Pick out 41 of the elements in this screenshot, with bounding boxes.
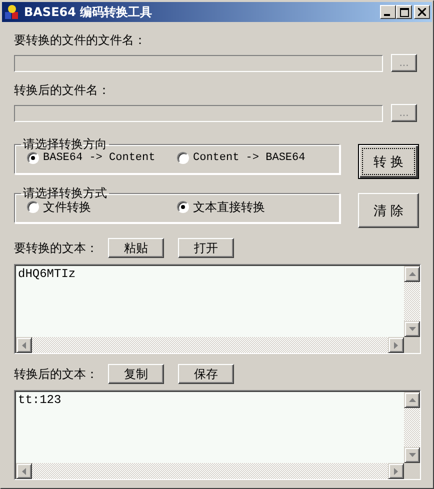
vertical-scrollbar[interactable] [404, 266, 420, 337]
horizontal-scrollbar[interactable] [16, 463, 404, 479]
action-button[interactable]: 转 换 [358, 144, 419, 179]
down-arrow-icon [408, 453, 416, 457]
radio-option[interactable]: Content -> BASE64 [177, 152, 327, 164]
text-area[interactable]: tt:123 [14, 390, 421, 480]
up-arrow-icon [408, 272, 416, 276]
radio-option[interactable]: 文本直接转换 [177, 198, 327, 216]
window-title: BASE64 编码转换工具 [24, 4, 154, 20]
radio-option[interactable]: BASE64 -> Content [27, 152, 177, 164]
radio-button[interactable] [27, 201, 39, 213]
maximize-icon [400, 8, 408, 16]
radio-button[interactable] [177, 152, 189, 164]
group-title: 请选择转换方式 [22, 187, 108, 199]
close-icon [418, 8, 426, 16]
text-area[interactable]: dHQ6MTIz [14, 264, 421, 354]
field-label: 转换后的文件名： [14, 82, 111, 98]
radio-button[interactable] [177, 201, 189, 213]
group-title: 请选择转换方向 [22, 138, 108, 150]
text-action-button[interactable]: 打开 [178, 238, 234, 258]
radio-option[interactable]: 文件转换 [27, 198, 177, 216]
text-action-button[interactable]: 粘贴 [108, 238, 164, 258]
text-label: 转换后的文本： [14, 366, 98, 382]
right-arrow-icon [394, 342, 398, 348]
radio-button[interactable] [27, 152, 39, 164]
text-action-button[interactable]: 复制 [108, 364, 164, 384]
down-arrow-icon [408, 327, 416, 331]
vertical-scrollbar[interactable] [404, 392, 420, 463]
maximize-button[interactable] [396, 5, 412, 19]
close-button[interactable] [414, 5, 430, 19]
horizontal-scrollbar[interactable] [16, 337, 404, 353]
text-label: 要转换的文本： [14, 240, 98, 256]
up-arrow-icon [408, 398, 416, 402]
left-arrow-icon [22, 468, 26, 474]
left-arrow-icon [22, 342, 26, 348]
minimize-button[interactable] [380, 5, 396, 19]
action-button[interactable]: 清 除 [358, 193, 419, 228]
field-label: 要转换的文件的文件名： [14, 32, 147, 48]
text-action-button[interactable]: 保存 [178, 364, 234, 384]
right-arrow-icon [394, 468, 398, 474]
app-icon [4, 4, 20, 20]
